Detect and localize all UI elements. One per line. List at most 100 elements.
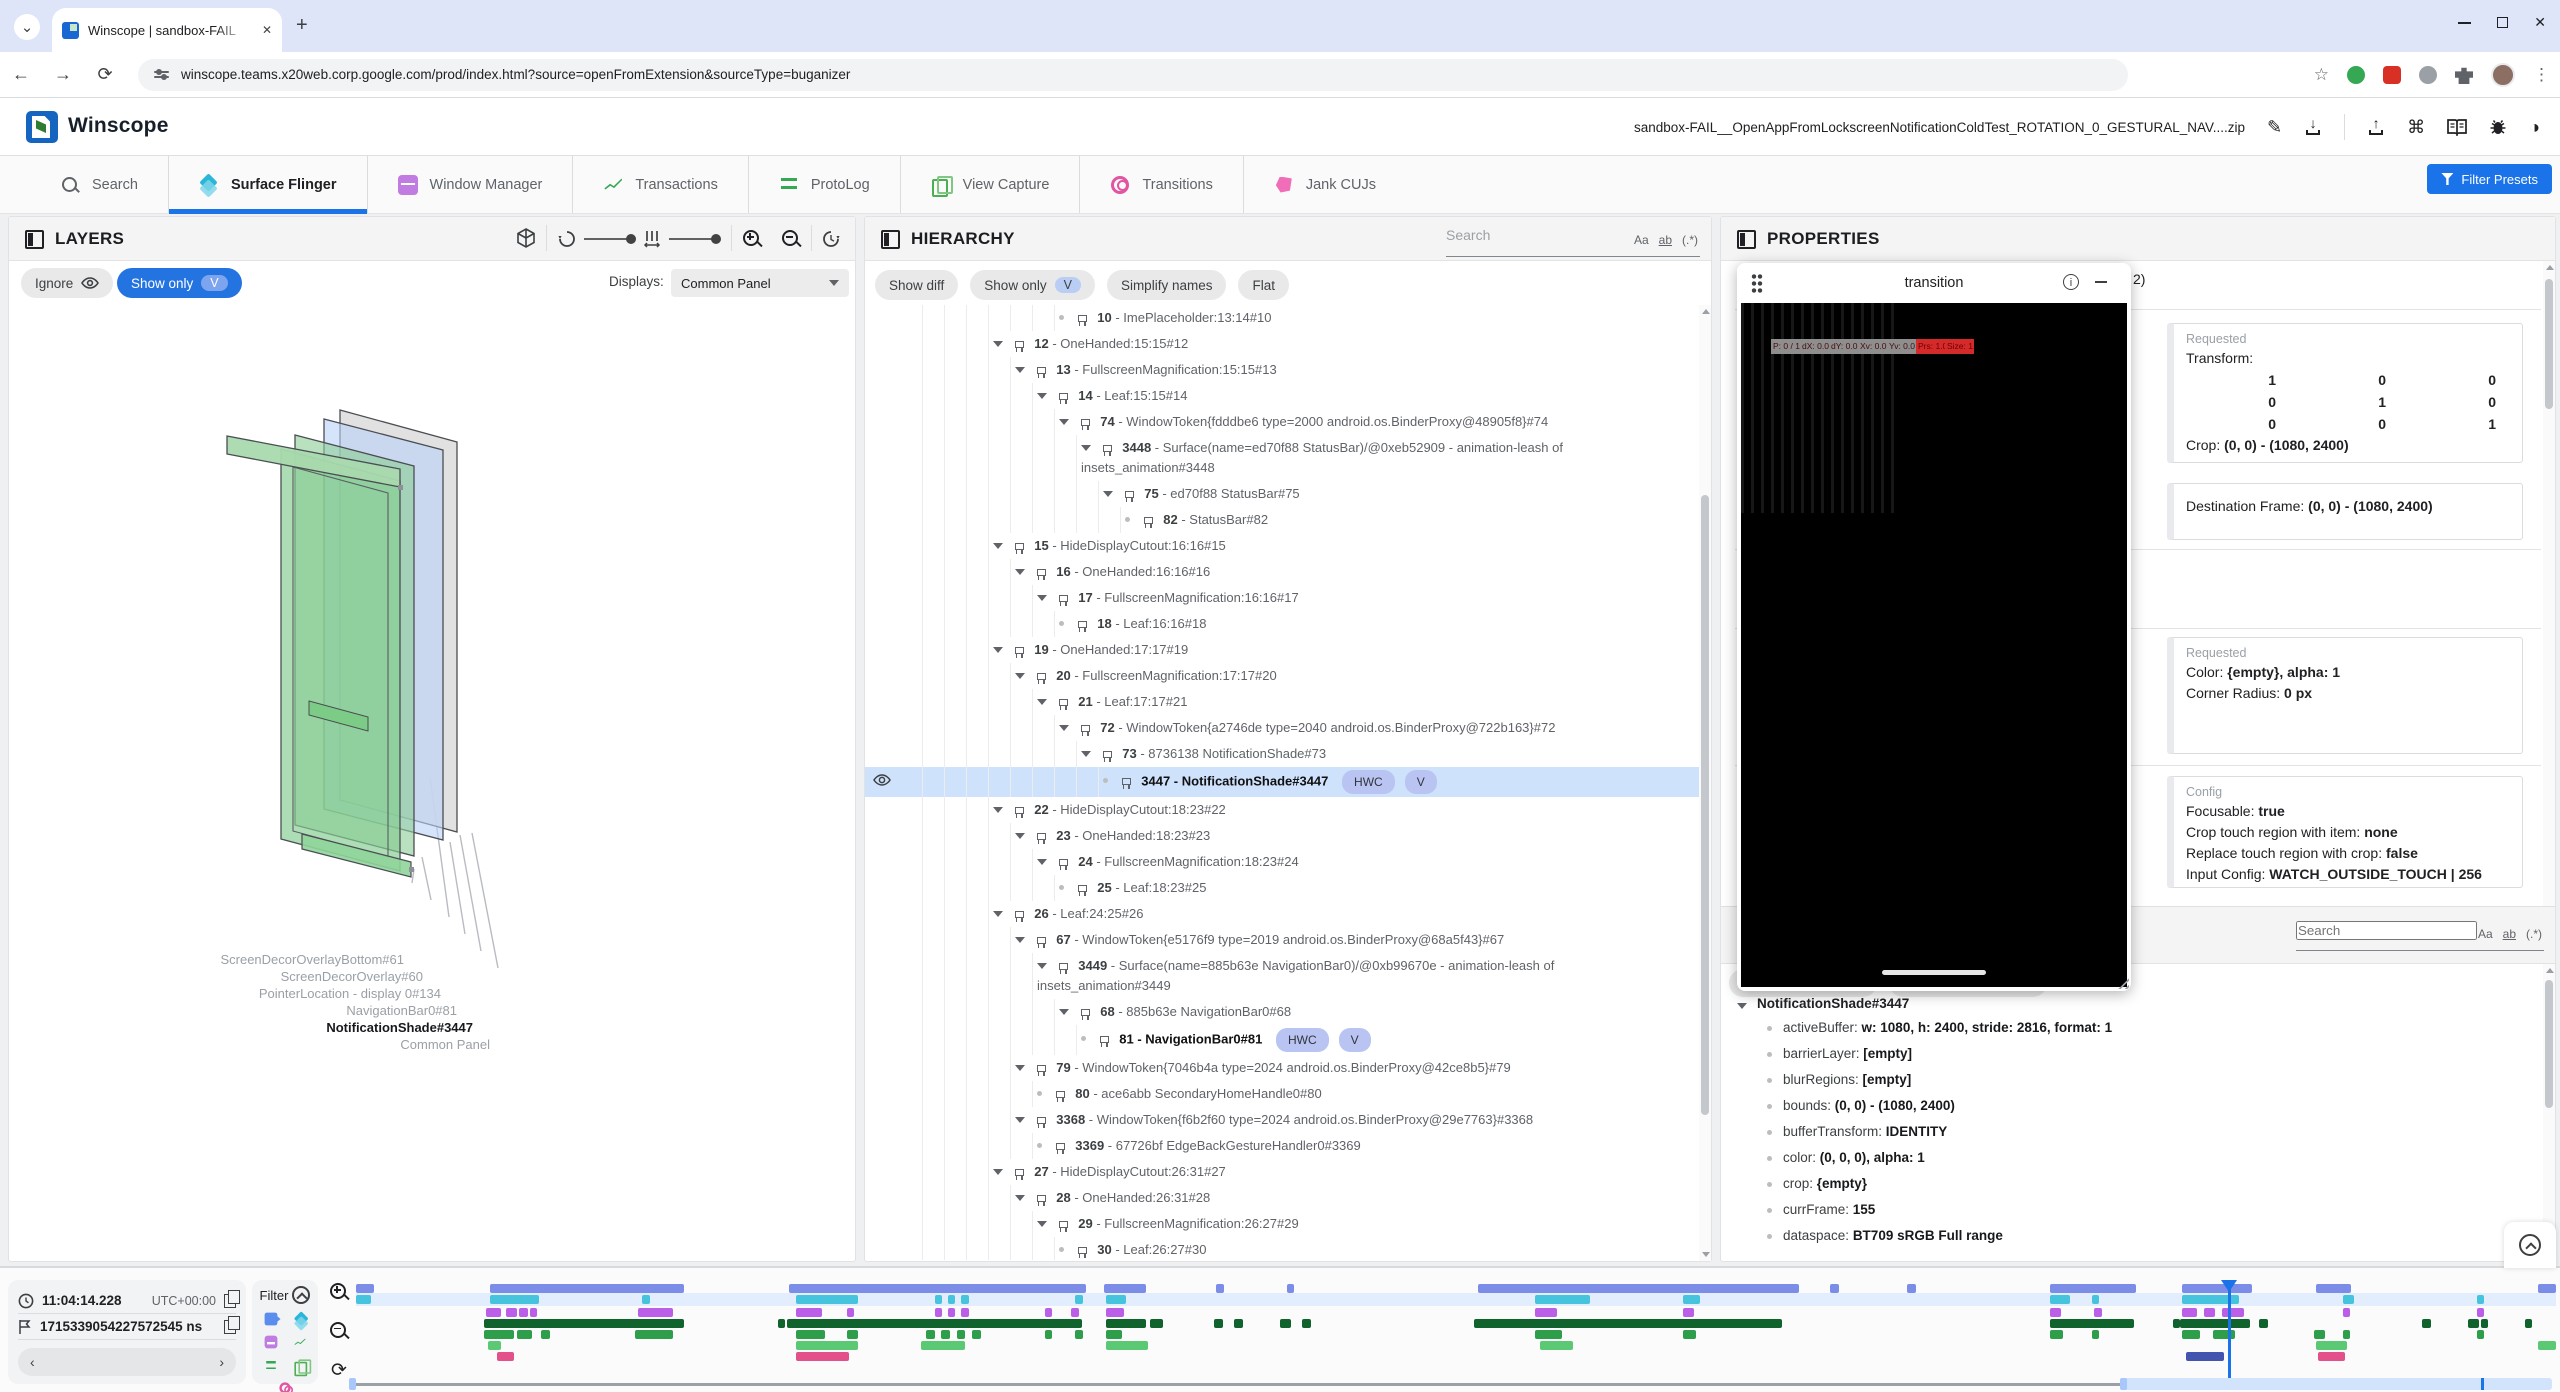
trace-event-block[interactable] [2050,1284,2136,1293]
trace-event-block[interactable] [2343,1308,2351,1317]
trace-event-block[interactable] [2213,1330,2235,1339]
upload-icon[interactable]: ↑ [2367,118,2385,136]
trace-event-block[interactable] [2343,1295,2354,1304]
trace-event-block[interactable] [2259,1319,2268,1328]
hierarchy-tree-row[interactable]: 19 - OneHanded:17:17#19 [865,637,1699,663]
trace-event-block[interactable] [506,1308,517,1317]
trace-event-block[interactable] [1907,1284,1916,1293]
collapse-arrow-icon[interactable] [993,341,1003,347]
trace-event-block[interactable] [1535,1295,1590,1304]
pin-icon[interactable] [1059,393,1068,400]
trace-event-block[interactable] [2222,1308,2244,1317]
hierarchy-tree-row[interactable]: 26 - Leaf:24:25#26 [865,901,1699,927]
trace-event-block[interactable] [948,1308,956,1317]
trace-track[interactable] [356,1308,2556,1317]
reset-view-icon[interactable] [821,229,841,254]
trace-event-block[interactable] [2204,1308,2215,1317]
trace-event-block[interactable] [530,1308,538,1317]
transactions-icon[interactable] [293,1336,306,1349]
trace-event-block[interactable] [356,1295,371,1304]
trace-event-block[interactable] [1280,1319,1291,1328]
hierarchy-filter-button[interactable]: Flat [1238,270,1289,300]
trace-event-block[interactable] [926,1330,935,1339]
trace-event-block[interactable] [541,1330,550,1339]
trace-event-block[interactable] [2316,1284,2351,1293]
pin-icon[interactable] [1037,833,1046,840]
layer-label[interactable]: ScreenDecorOverlay#60 [281,969,423,984]
copy-icon[interactable] [224,1294,236,1308]
pin-icon[interactable] [1081,725,1090,732]
timeline-zoom-in-icon[interactable] [329,1282,349,1302]
trace-event-block[interactable] [2314,1330,2325,1339]
collapse-arrow-icon[interactable] [1015,673,1025,679]
property-row[interactable]: bufferTransform: IDENTITY [1721,1119,2543,1145]
collapse-arrow-icon[interactable] [1037,595,1047,601]
layer-label[interactable]: PointerLocation - display 0#134 [259,986,441,1001]
hierarchy-tree-row[interactable]: 72 - WindowToken{a2746de type=2040 andro… [865,715,1699,741]
trace-tab[interactable]: Window Manager [368,156,574,213]
trace-tab[interactable]: View Capture [901,156,1081,213]
collapse-arrow-icon[interactable] [1081,751,1091,757]
filter-presets-button[interactable]: Filter Presets [2427,164,2552,194]
trace-event-block[interactable] [2481,1319,2488,1328]
trace-tab[interactable]: Surface Flinger [169,156,368,213]
collapse-arrow-icon[interactable] [1059,725,1069,731]
trace-event-block[interactable] [2477,1295,2485,1304]
collapse-panel-icon[interactable] [1737,230,1756,249]
minimize-icon[interactable] [2095,281,2107,283]
window-close-icon[interactable]: ✕ [2534,14,2546,31]
hierarchy-tree-row[interactable]: 18 - Leaf:16:16#18 [865,611,1699,637]
properties-search-input[interactable] [2296,921,2477,940]
trace-event-block[interactable] [486,1308,501,1317]
collapse-arrow-icon[interactable] [1103,491,1113,497]
url-input[interactable]: winscope.teams.x20web.corp.google.com/pr… [138,59,2128,91]
hierarchy-tree-row[interactable]: 22 - HideDisplayCutout:18:23#22 [865,797,1699,823]
profile-avatar[interactable] [2491,63,2515,87]
trace-event-block[interactable] [1106,1319,1146,1328]
collapse-arrow-icon[interactable] [993,807,1003,813]
range-handle-left[interactable] [2120,1378,2127,1390]
hierarchy-tree-row[interactable]: 67 - WindowToken{e5176f9 type=2019 andro… [865,927,1699,953]
property-row[interactable]: bounds: (0, 0) - (1080, 2400) [1721,1093,2543,1119]
bug-report-icon[interactable] [2489,118,2507,136]
hierarchy-tree-row[interactable]: 3447 - NotificationShade#3447 HWCV [865,767,1699,797]
trace-event-block[interactable] [2092,1330,2100,1339]
hierarchy-tree-row[interactable]: 21 - Leaf:17:17#21 [865,689,1699,715]
forward-icon[interactable]: → [42,64,84,85]
hierarchy-tree-row[interactable]: 15 - HideDisplayCutout:16:16#15 [865,533,1699,559]
hierarchy-filter-button[interactable]: Simplify names [1107,270,1227,300]
pin-icon[interactable] [1100,1036,1109,1043]
layer-label[interactable]: ScreenDecorOverlayBottom#61 [220,952,404,967]
trace-tab[interactable]: ProtoLog [749,156,901,213]
trace-event-block[interactable] [1830,1284,1839,1293]
hierarchy-tree-row[interactable]: 24 - FullscreenMagnification:18:23#24 [865,849,1699,875]
property-row[interactable]: color: (0, 0, 0), alpha: 1 [1721,1145,2543,1171]
trace-event-block[interactable] [2173,1319,2180,1328]
match-case-icon[interactable]: Aa [2478,927,2493,941]
pin-icon[interactable] [1037,937,1046,944]
pin-icon[interactable] [1037,569,1046,576]
pin-icon[interactable] [1015,647,1024,654]
layers-3d-canvas[interactable]: ScreenDecorOverlayBottom#61 ScreenDecorO… [10,306,854,1260]
show-only-button[interactable]: Show only V [117,268,242,298]
trace-event-block[interactable] [2182,1308,2197,1317]
trace-event-block[interactable] [778,1319,785,1328]
trace-event-block[interactable] [796,1295,858,1304]
pin-icon[interactable] [1122,778,1131,785]
pin-icon[interactable] [1103,445,1112,452]
collapse-arrow-icon[interactable] [1037,963,1047,969]
trace-event-block[interactable] [796,1341,858,1350]
trace-event-block[interactable] [2092,1295,2100,1304]
hierarchy-tree-row[interactable]: 82 - StatusBar#82 [865,507,1699,533]
hierarchy-tree-row[interactable]: 3368 - WindowToken{f6b2f60 type=2024 and… [865,1107,1699,1133]
trace-event-block[interactable] [635,1330,672,1339]
shortcuts-icon[interactable]: ⌘ [2407,117,2425,138]
rotation-slider[interactable] [584,238,632,240]
hierarchy-tree-row[interactable]: 73 - 8736138 NotificationShade#73 [865,741,1699,767]
pin-icon[interactable] [1081,419,1090,426]
trace-tab[interactable]: Jank CUJs [1244,156,1406,213]
range-selection[interactable] [2120,1378,2551,1390]
trace-event-block[interactable] [497,1352,515,1361]
collapse-arrow-icon[interactable] [993,1169,1003,1175]
hierarchy-tree-row[interactable]: 27 - HideDisplayCutout:26:31#27 [865,1159,1699,1185]
